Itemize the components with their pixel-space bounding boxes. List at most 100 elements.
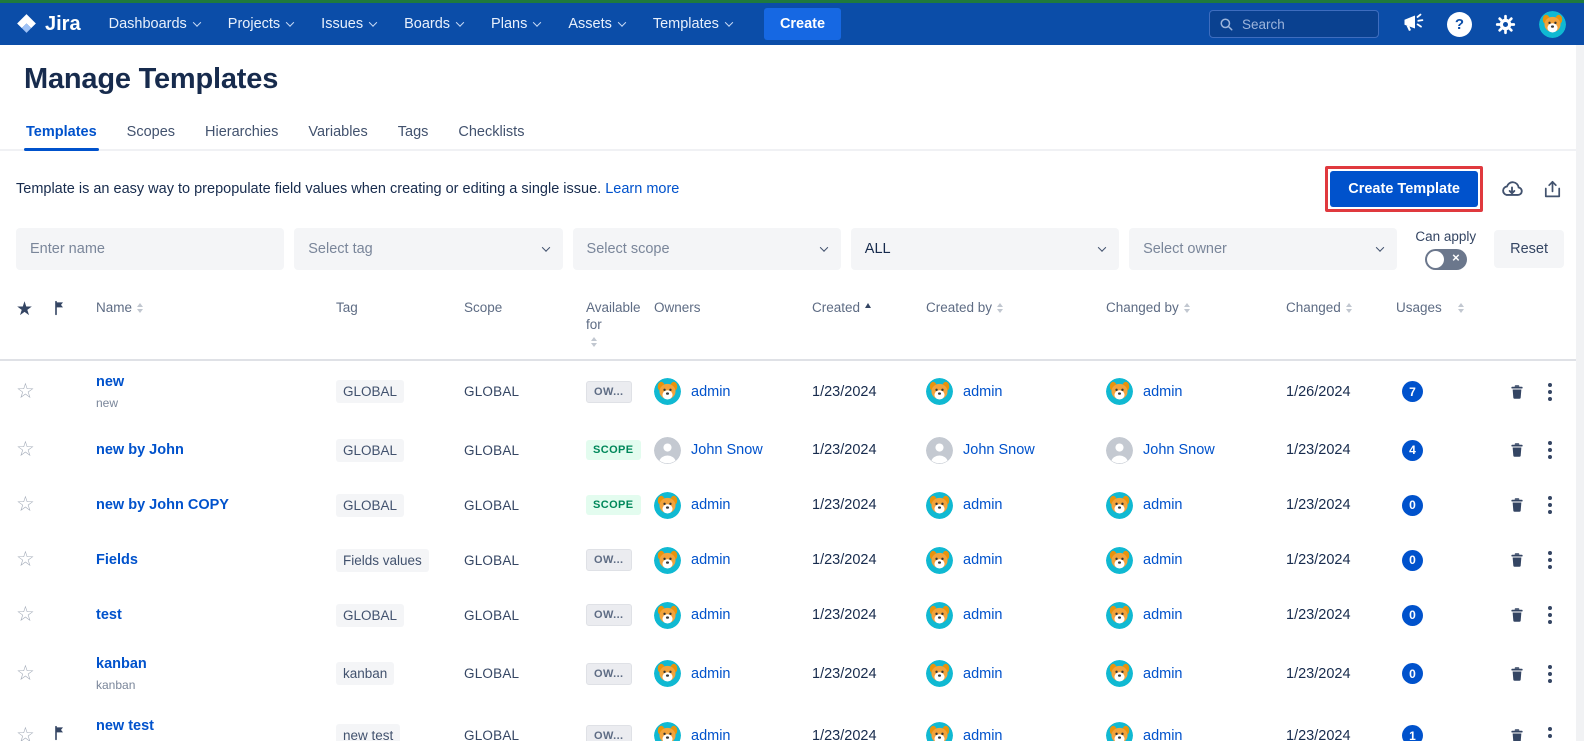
row-more-actions-button[interactable] (1546, 441, 1554, 459)
delete-template-button[interactable] (1508, 606, 1526, 624)
table-row: ☆new testnew testnew testGLOBALOW...admi… (0, 705, 1584, 741)
favorite-star-icon[interactable]: ☆ (16, 724, 35, 741)
changed-by-link[interactable]: admin (1143, 384, 1183, 400)
import-templates-button[interactable] (1499, 176, 1525, 202)
created-by-link[interactable]: admin (963, 666, 1003, 682)
owner-link[interactable]: admin (691, 607, 731, 623)
favorite-star-icon[interactable]: ☆ (16, 438, 35, 461)
user-avatar-dog (1106, 492, 1133, 519)
favorite-star-icon[interactable]: ☆ (16, 380, 35, 403)
favorite-star-icon[interactable]: ☆ (16, 548, 35, 571)
changed-by-link[interactable]: admin (1143, 497, 1183, 513)
header-created[interactable]: Created (812, 300, 926, 317)
favorite-star-icon[interactable]: ☆ (16, 662, 35, 685)
template-name-link[interactable]: new by John (96, 442, 326, 458)
created-by-link[interactable]: admin (963, 552, 1003, 568)
template-name-link[interactable]: Fields (96, 552, 326, 568)
changed-by-link[interactable]: admin (1143, 607, 1183, 623)
favorite-star-icon[interactable]: ☆ (16, 493, 35, 516)
type-filter-select[interactable]: ALL (851, 228, 1119, 270)
changed-by-link[interactable]: admin (1143, 728, 1183, 741)
row-more-actions-button[interactable] (1546, 727, 1554, 741)
owner-link[interactable]: admin (691, 552, 731, 568)
template-name-link[interactable]: new (96, 374, 326, 390)
create-template-button[interactable]: Create Template (1330, 171, 1478, 207)
changed-by-link[interactable]: admin (1143, 666, 1183, 682)
created-date: 1/23/2024 (812, 552, 926, 568)
sort-icon (1346, 303, 1352, 313)
owner-filter-select[interactable]: Select owner (1129, 228, 1397, 270)
row-more-actions-button[interactable] (1546, 383, 1554, 401)
sort-icon (591, 337, 597, 347)
owner-link[interactable]: admin (691, 384, 731, 400)
delete-template-button[interactable] (1508, 665, 1526, 683)
nav-item-issues[interactable]: Issues (321, 16, 376, 32)
changed-by-link[interactable]: John Snow (1143, 442, 1215, 458)
nav-item-templates[interactable]: Templates (653, 16, 732, 32)
template-name-link[interactable]: test (96, 607, 326, 623)
delete-template-button[interactable] (1508, 496, 1526, 514)
created-by-link[interactable]: John Snow (963, 442, 1035, 458)
delete-template-button[interactable] (1508, 551, 1526, 569)
favorite-star-icon[interactable]: ☆ (16, 603, 35, 626)
template-name-link[interactable]: kanban (96, 656, 326, 672)
template-name-link[interactable]: new test (96, 718, 326, 734)
nav-item-assets[interactable]: Assets (568, 16, 625, 32)
filter-bar: Select tag Select scope ALL Select owner… (0, 222, 1584, 284)
changed-by-link[interactable]: admin (1143, 552, 1183, 568)
delete-template-button[interactable] (1508, 441, 1526, 459)
table-body: ☆newnewGLOBALGLOBALOW...admin1/23/2024ad… (0, 361, 1584, 741)
kebab-icon (1548, 448, 1552, 452)
row-more-actions-button[interactable] (1546, 606, 1554, 624)
header-name[interactable]: Name (96, 300, 336, 317)
export-templates-button[interactable] (1541, 178, 1564, 201)
scope-filter-select[interactable]: Select scope (573, 228, 841, 270)
user-avatar-dog (926, 722, 953, 741)
profile-avatar-button[interactable] (1539, 11, 1566, 38)
can-apply-label: Can apply (1415, 229, 1476, 244)
header-available-for[interactable]: Available for (586, 300, 654, 347)
header-changed[interactable]: Changed (1286, 300, 1396, 317)
created-by-link[interactable]: admin (963, 728, 1003, 741)
help-button[interactable]: ? (1447, 12, 1472, 37)
nav-item-projects[interactable]: Projects (228, 16, 293, 32)
row-more-actions-button[interactable] (1546, 665, 1554, 683)
owner-link[interactable]: admin (691, 497, 731, 513)
can-apply-toggle[interactable]: × (1425, 249, 1467, 270)
jira-logo[interactable]: Jira (14, 12, 81, 37)
settings-button[interactable] (1494, 13, 1517, 36)
tag-filter-select[interactable]: Select tag (294, 228, 562, 270)
header-created-by[interactable]: Created by (926, 300, 1106, 317)
announcements-button[interactable] (1401, 12, 1425, 36)
tab-hierarchies[interactable]: Hierarchies (203, 120, 280, 149)
nav-item-plans[interactable]: Plans (491, 16, 540, 32)
nav-item-boards[interactable]: Boards (404, 16, 463, 32)
tab-templates[interactable]: Templates (24, 120, 99, 149)
delete-template-button[interactable] (1508, 383, 1526, 401)
delete-template-button[interactable] (1508, 727, 1526, 741)
nav-item-dashboards[interactable]: Dashboards (109, 16, 200, 32)
created-by-link[interactable]: admin (963, 607, 1003, 623)
header-owners: Owners (654, 300, 812, 317)
learn-more-link[interactable]: Learn more (605, 181, 679, 197)
owner-link[interactable]: admin (691, 728, 731, 741)
tab-checklists[interactable]: Checklists (456, 120, 526, 149)
header-tag: Tag (336, 300, 464, 317)
tab-tags[interactable]: Tags (396, 120, 431, 149)
created-by-link[interactable]: admin (963, 384, 1003, 400)
nav-create-button[interactable]: Create (764, 8, 841, 40)
tab-variables[interactable]: Variables (306, 120, 369, 149)
header-changed-by[interactable]: Changed by (1106, 300, 1286, 317)
owner-link[interactable]: admin (691, 666, 731, 682)
row-more-actions-button[interactable] (1546, 496, 1554, 514)
name-filter-input[interactable] (16, 228, 284, 270)
row-more-actions-button[interactable] (1546, 551, 1554, 569)
global-search-input[interactable]: Search (1209, 10, 1379, 38)
header-usages[interactable]: Usages (1396, 300, 1492, 317)
created-by-link[interactable]: admin (963, 497, 1003, 513)
owner-link[interactable]: John Snow (691, 442, 763, 458)
reset-filters-button[interactable]: Reset (1494, 230, 1564, 268)
template-name-link[interactable]: new by John COPY (96, 497, 326, 513)
scrollbar[interactable] (1576, 45, 1584, 741)
tab-scopes[interactable]: Scopes (125, 120, 177, 149)
